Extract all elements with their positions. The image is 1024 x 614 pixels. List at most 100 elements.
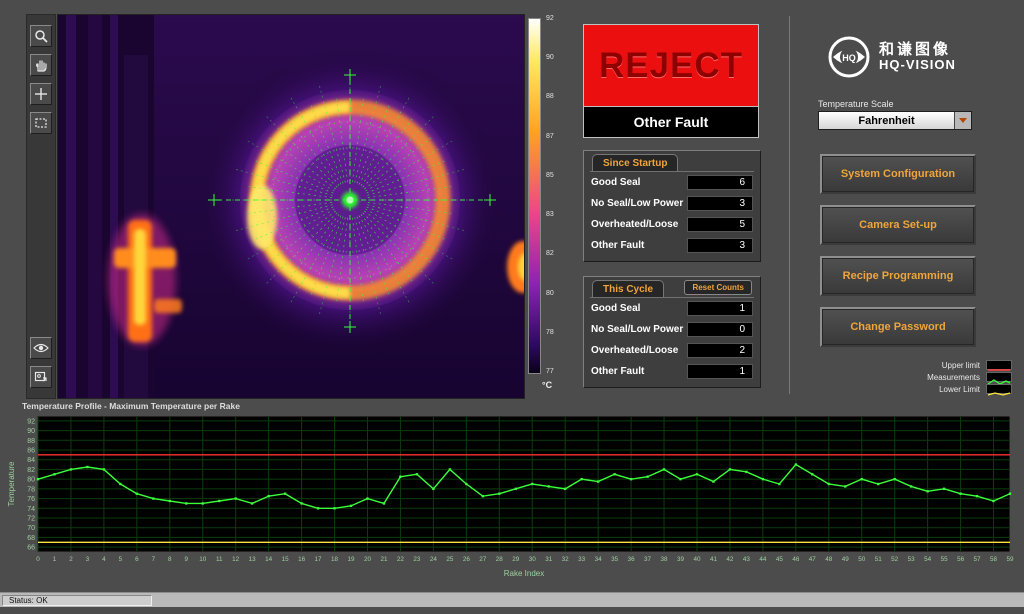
reset-counts-button[interactable]: Reset Counts [684, 280, 752, 295]
svg-text:18: 18 [331, 556, 339, 563]
camera-setup-button[interactable]: Camera Set-up [820, 205, 976, 245]
visibility-icon[interactable] [30, 337, 52, 359]
counter-row: Overheated/Loose 5 [590, 214, 754, 235]
counter-label: No Seal/Low Power [591, 198, 683, 209]
svg-text:88: 88 [27, 438, 35, 445]
svg-text:46: 46 [792, 556, 800, 563]
svg-text:37: 37 [644, 556, 652, 563]
colorbar-tick: 87 [546, 133, 554, 140]
brand-name-cn: 和谦图像 [879, 41, 956, 58]
thermal-image [58, 15, 525, 399]
svg-text:52: 52 [891, 556, 899, 563]
inspection-result-banner: REJECT Other Fault [583, 24, 759, 138]
measurements-swatch [986, 372, 1012, 382]
svg-text:44: 44 [759, 556, 767, 563]
counter-value: 1 [687, 364, 753, 379]
svg-text:57: 57 [974, 556, 982, 563]
svg-text:22: 22 [397, 556, 405, 563]
status-bar: Status: OK [0, 592, 1024, 607]
since-startup-title: Since Startup [592, 154, 678, 171]
counter-value: 1 [687, 301, 753, 316]
svg-text:36: 36 [628, 556, 636, 563]
svg-text:72: 72 [27, 516, 35, 523]
svg-text:54: 54 [924, 556, 932, 563]
brand-logo-icon: HQ [828, 36, 870, 78]
counter-value: 5 [687, 217, 753, 232]
svg-text:19: 19 [348, 556, 356, 563]
svg-text:86: 86 [27, 448, 35, 455]
colorbar-tick: 80 [546, 290, 554, 297]
svg-text:30: 30 [529, 556, 537, 563]
svg-text:55: 55 [941, 556, 949, 563]
counter-row: Overheated/Loose 2 [590, 340, 754, 361]
svg-text:25: 25 [446, 556, 454, 563]
svg-text:17: 17 [315, 556, 323, 563]
svg-text:27: 27 [479, 556, 487, 563]
counter-row: Other Fault 3 [590, 235, 754, 256]
since-startup-panel: Since Startup Good Seal 6 No Seal/Low Po… [583, 150, 761, 262]
colorbar-unit: °C [542, 380, 552, 390]
svg-text:Rake Index: Rake Index [504, 569, 544, 578]
legend-row-upper-limit: Upper limit [884, 360, 1012, 370]
pan-icon[interactable] [30, 54, 52, 76]
svg-text:80: 80 [27, 477, 35, 484]
recipe-programming-button[interactable]: Recipe Programming [820, 256, 976, 296]
counter-label: Overheated/Loose [591, 345, 678, 356]
counter-label: Good Seal [591, 303, 640, 314]
svg-text:56: 56 [957, 556, 965, 563]
counter-row: No Seal/Low Power 3 [590, 193, 754, 214]
lower-limit-swatch [986, 384, 1012, 394]
svg-text:42: 42 [726, 556, 734, 563]
svg-text:48: 48 [825, 556, 833, 563]
svg-text:41: 41 [710, 556, 718, 563]
temperature-profile-chart: Temperature Profile - Maximum Temperatur… [6, 400, 1018, 584]
svg-text:11: 11 [216, 556, 223, 563]
svg-text:15: 15 [282, 556, 290, 563]
chart-legend: Upper limit Measurements Lower Limit [884, 360, 1012, 394]
crosshair-icon[interactable] [30, 83, 52, 105]
region-select-icon[interactable] [30, 112, 52, 134]
colorbar-gradient [528, 18, 541, 374]
zoom-icon[interactable] [30, 25, 52, 47]
svg-text:3: 3 [86, 556, 90, 563]
thermal-image-display [57, 14, 525, 399]
svg-text:68: 68 [27, 535, 35, 542]
counter-row: Good Seal 1 [590, 298, 754, 319]
svg-text:45: 45 [776, 556, 784, 563]
svg-text:12: 12 [232, 556, 240, 563]
legend-label: Measurements [927, 373, 980, 382]
temperature-scale-dropdown[interactable]: Fahrenheit [818, 111, 972, 130]
svg-text:74: 74 [27, 506, 35, 513]
system-configuration-button[interactable]: System Configuration [820, 154, 976, 194]
colorbar-tick: 77 [546, 368, 554, 375]
chevron-down-icon[interactable] [954, 112, 971, 129]
svg-text:29: 29 [512, 556, 520, 563]
svg-text:23: 23 [413, 556, 421, 563]
svg-text:Temperature: Temperature [7, 461, 16, 506]
svg-text:51: 51 [875, 556, 883, 563]
svg-text:90: 90 [27, 428, 35, 435]
svg-text:31: 31 [545, 556, 553, 563]
svg-text:21: 21 [380, 556, 388, 563]
svg-text:47: 47 [809, 556, 817, 563]
snapshot-icon[interactable] [30, 366, 52, 388]
colorbar-ticks: 92908887858382807877 [546, 15, 554, 375]
svg-text:82: 82 [27, 467, 35, 474]
svg-text:32: 32 [562, 556, 570, 563]
counter-label: Good Seal [591, 177, 640, 188]
svg-text:24: 24 [430, 556, 438, 563]
vertical-divider [789, 16, 790, 394]
change-password-button[interactable]: Change Password [820, 307, 976, 347]
legend-label: Lower Limit [939, 385, 980, 394]
svg-text:10: 10 [199, 556, 207, 563]
colorbar-tick: 90 [546, 54, 554, 61]
svg-text:38: 38 [661, 556, 669, 563]
legend-row-lower-limit: Lower Limit [884, 384, 1012, 394]
this-cycle-panel: This Cycle Reset Counts Good Seal 1 No S… [583, 276, 761, 388]
svg-text:16: 16 [298, 556, 306, 563]
chart-title: Temperature Profile - Maximum Temperatur… [22, 401, 240, 411]
svg-text:20: 20 [364, 556, 372, 563]
svg-text:34: 34 [595, 556, 603, 563]
legend-label: Upper limit [942, 361, 980, 370]
svg-text:59: 59 [1006, 556, 1014, 563]
